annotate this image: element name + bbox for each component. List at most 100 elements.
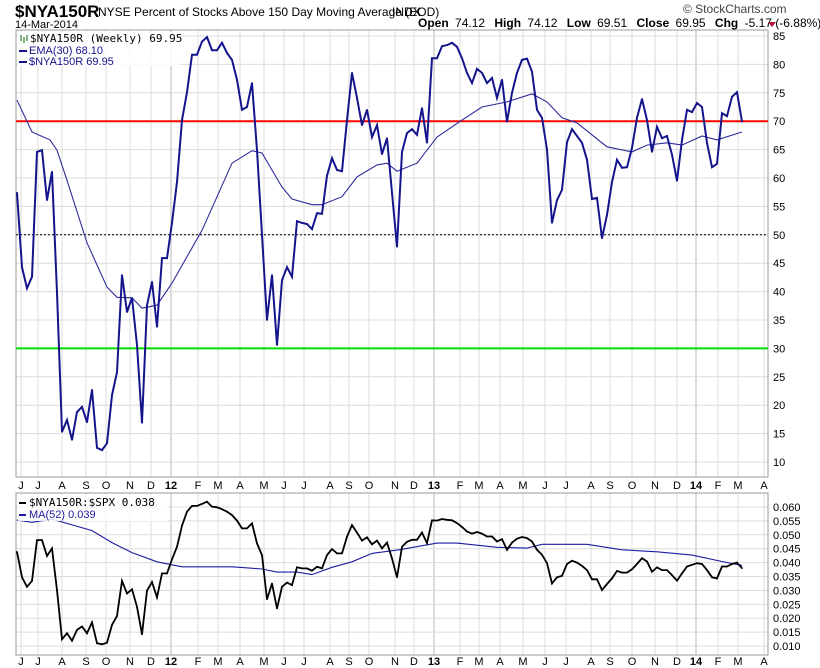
close-point xyxy=(416,133,418,136)
ratio-point xyxy=(96,642,98,645)
copyright[interactable]: © StockCharts.com xyxy=(683,2,787,16)
ratio-point xyxy=(516,537,518,540)
close-point xyxy=(606,214,608,216)
ratio-point xyxy=(446,518,448,521)
close-point xyxy=(526,57,528,60)
close-point xyxy=(51,170,53,173)
close-point xyxy=(451,41,453,44)
close-label: Close xyxy=(637,16,670,30)
month-tick-label: D xyxy=(673,656,681,668)
month-tick-label: D xyxy=(673,480,681,492)
ratio-point xyxy=(276,607,278,610)
ratio-point xyxy=(91,621,93,624)
month-tick-label: J xyxy=(301,656,307,668)
ratio-point xyxy=(316,565,318,568)
close-point xyxy=(151,281,153,283)
month-tick-label: J xyxy=(18,480,24,492)
ratio-point xyxy=(736,561,738,564)
ratio-point xyxy=(321,567,323,570)
month-tick-label: N xyxy=(391,656,399,668)
close-point xyxy=(171,221,173,224)
close-point xyxy=(541,116,543,119)
price-tick-label: 80 xyxy=(773,59,785,71)
price-tick-label: 70 xyxy=(773,116,785,128)
ratio-point xyxy=(241,527,243,530)
month-tick-label: M xyxy=(474,480,483,492)
close-point xyxy=(281,279,283,282)
close-point xyxy=(511,91,513,94)
ratio-point xyxy=(71,639,73,642)
close-point xyxy=(621,166,623,169)
month-tick-label: M xyxy=(213,656,222,668)
high-label: High xyxy=(494,16,521,30)
close-point xyxy=(181,119,183,121)
ratio-tick-label: 0.035 xyxy=(773,572,801,584)
close-point xyxy=(581,141,583,144)
month-tick-label: A xyxy=(587,480,595,492)
close-point xyxy=(71,438,73,441)
close-point xyxy=(131,296,133,299)
ratio-point xyxy=(651,570,653,573)
ratio-point xyxy=(46,555,48,557)
ratio-point xyxy=(101,643,103,646)
close-point xyxy=(701,106,703,108)
close-point xyxy=(341,170,343,173)
high-value: 74.12 xyxy=(527,16,557,30)
ratio-point xyxy=(576,561,578,564)
chart-date: 14-Mar-2014 xyxy=(15,19,78,31)
month-tick-label: A xyxy=(326,480,334,492)
close-point xyxy=(196,53,198,56)
ohlc-readout: Open 74.12 High 74.12 Low 69.51 Close 69… xyxy=(418,16,820,30)
close-point xyxy=(486,82,488,85)
ratio-point xyxy=(386,541,388,544)
month-tick-label: J xyxy=(35,480,41,492)
ratio-point xyxy=(456,522,458,524)
close-point xyxy=(351,72,353,74)
close-point xyxy=(566,141,568,144)
ratio-point xyxy=(726,565,728,568)
month-tick-label: A xyxy=(58,656,66,668)
close-point xyxy=(426,141,428,144)
month-tick-label: O xyxy=(102,480,111,492)
ratio-point xyxy=(496,540,498,543)
ratio-point xyxy=(16,550,18,553)
ratio-point xyxy=(231,514,233,516)
close-point xyxy=(561,189,563,191)
month-tick-label: F xyxy=(195,656,202,668)
close-point xyxy=(161,257,163,259)
low-label: Low xyxy=(567,16,592,30)
ratio-point xyxy=(256,542,258,545)
close-point xyxy=(626,166,628,169)
close-point xyxy=(371,136,373,139)
close-point xyxy=(21,266,23,269)
price-tick-label: 60 xyxy=(773,173,785,185)
ratio-point xyxy=(591,578,593,581)
ratio-point xyxy=(741,567,743,569)
ema-swatch xyxy=(19,50,27,52)
close-point xyxy=(706,141,708,144)
close-point xyxy=(331,157,333,160)
ratio-point xyxy=(201,503,203,505)
close-point xyxy=(376,124,378,127)
close-point xyxy=(156,325,158,328)
close-point xyxy=(711,166,713,169)
ratio-point xyxy=(151,581,153,583)
close-point xyxy=(121,274,123,277)
legend-close: $NYA150R 69.95 xyxy=(29,56,114,68)
ratio-point xyxy=(671,574,673,576)
close-point xyxy=(731,95,733,98)
close-point xyxy=(216,49,218,52)
close-point xyxy=(471,82,473,85)
ratio-point xyxy=(251,522,253,525)
price-tick-label: 45 xyxy=(773,258,785,270)
close-point xyxy=(636,116,638,119)
ratio-tick-label: 0.060 xyxy=(773,502,801,514)
ratio-point xyxy=(706,569,708,571)
ratio-point xyxy=(436,519,438,522)
month-tick-label: A xyxy=(587,656,595,668)
close-line xyxy=(16,35,743,452)
ratio-point xyxy=(636,563,638,565)
ratio-point xyxy=(501,538,503,541)
close-point xyxy=(266,319,268,321)
ratio-point xyxy=(246,527,248,530)
